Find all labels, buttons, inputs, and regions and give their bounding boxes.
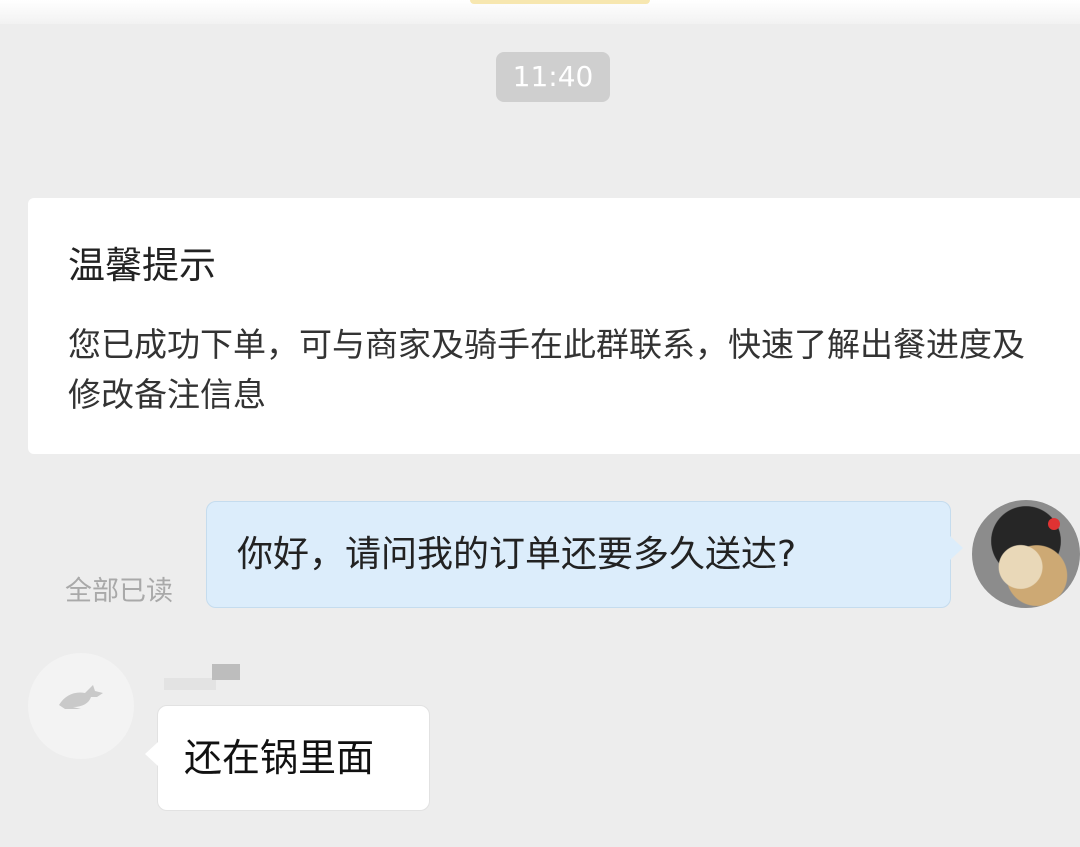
sender-name-redacted — [164, 664, 240, 690]
incoming-message-text: 还在锅里面 — [184, 736, 375, 780]
avatar-flower-detail — [1048, 518, 1060, 530]
notice-body: 您已成功下单，可与商家及骑手在此群联系，快速了解出餐进度及修改备注信息 — [68, 325, 1025, 414]
notice-title: 温馨提示 — [68, 244, 216, 287]
incoming-bubble-tail — [145, 742, 158, 766]
self-avatar[interactable] — [972, 500, 1080, 608]
redaction-bar — [212, 664, 240, 680]
read-status: 全部已读 — [65, 576, 173, 607]
outgoing-message-text: 你好，请问我的订单还要多久送达? — [237, 534, 797, 575]
top-accent — [470, 0, 650, 4]
outgoing-message-bubble[interactable]: 你好，请问我的订单还要多久送达? — [206, 501, 963, 608]
top-status-strip — [0, 0, 1080, 24]
outgoing-bubble-tail — [950, 536, 963, 560]
system-avatar[interactable] — [28, 653, 134, 759]
redaction-bar — [164, 678, 216, 690]
system-notice-card: 温馨提示 您已成功下单，可与商家及骑手在此群联系，快速了解出餐进度及修改备注信息 — [28, 198, 1080, 454]
incoming-message-bubble[interactable]: 还在锅里面 — [145, 705, 430, 811]
message-timestamp: 11:40 — [496, 52, 610, 102]
kangaroo-logo-icon — [59, 685, 103, 709]
